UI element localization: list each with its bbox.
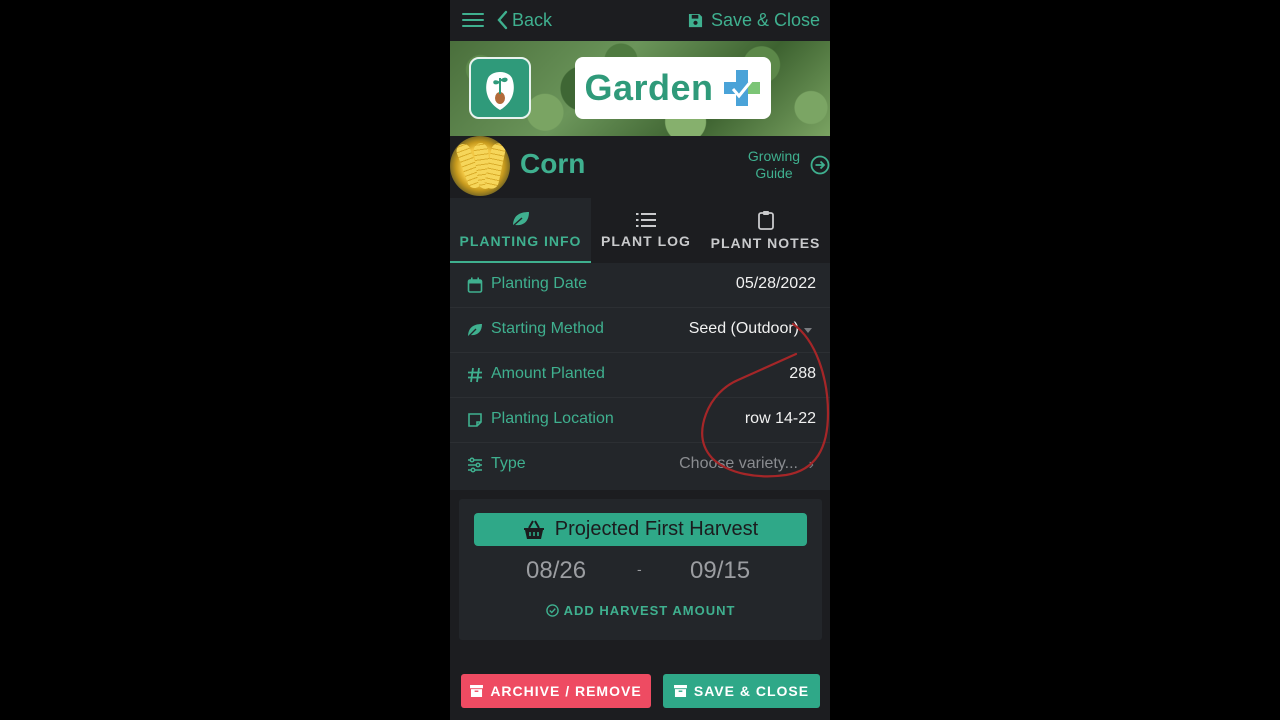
- planting-info-list: Planting Date 05/28/2022 Starting Method…: [450, 263, 830, 490]
- planting-date-row[interactable]: Planting Date 05/28/2022: [450, 263, 830, 308]
- garden-logo-word: Garden: [584, 67, 714, 108]
- archive-remove-button[interactable]: ARCHIVE / REMOVE: [461, 674, 651, 708]
- add-harvest-amount-button[interactable]: ADD HARVEST AMOUNT: [459, 603, 822, 618]
- back-label: Back: [512, 9, 553, 30]
- harvest-date-separator: -: [637, 561, 642, 577]
- sticky-note-icon: [468, 413, 482, 427]
- plant-avatar: [450, 136, 510, 196]
- harvest-start-date: 08/26: [526, 557, 587, 584]
- planting-location-value[interactable]: row 14-22: [745, 410, 816, 428]
- seedling-logo-icon: [486, 72, 514, 110]
- save-close-button[interactable]: SAVE & CLOSE: [663, 674, 820, 708]
- planting-location-row[interactable]: Planting Location row 14-22: [450, 398, 830, 443]
- app-logo: [469, 57, 531, 119]
- starting-method-row[interactable]: Starting Method Seed (Outdoor): [450, 308, 830, 353]
- check-circle-icon: [545, 604, 559, 617]
- harvest-date-range: 08/26 - 09/15: [459, 557, 822, 587]
- planting-date-value: 05/28/2022: [735, 275, 816, 292]
- hash-icon: [468, 367, 482, 383]
- tab-plant-notes-label: PLANT NOTES: [710, 235, 821, 251]
- type-label: Type: [491, 455, 526, 472]
- save-close-top-button[interactable]: Save & Close: [688, 9, 820, 31]
- list-icon: [636, 213, 656, 227]
- growing-guide-link[interactable]: Growing Guide: [744, 148, 830, 182]
- amount-planted-value[interactable]: 288: [789, 365, 816, 383]
- chevron-left-icon: [497, 10, 508, 30]
- plant-header: Corn Growing Guide: [450, 136, 830, 198]
- leaf-icon: [467, 324, 482, 338]
- garden-banner: Garden: [450, 41, 830, 136]
- starting-method-label: Starting Method: [491, 320, 604, 337]
- harvest-end-date: 09/15: [690, 557, 751, 584]
- hamburger-menu-icon[interactable]: [462, 13, 484, 29]
- planting-date-label: Planting Date: [491, 275, 588, 292]
- plant-name: Corn: [520, 148, 586, 179]
- calendar-icon: [467, 277, 483, 293]
- tab-plant-notes[interactable]: PLANT NOTES: [701, 198, 830, 263]
- amount-planted-label: Amount Planted: [491, 365, 605, 382]
- save-close-label: SAVE & CLOSE: [693, 683, 810, 699]
- archive-box-icon: [673, 685, 687, 697]
- back-button[interactable]: Back: [496, 9, 552, 31]
- basket-icon: [523, 520, 544, 539]
- app-screen: Back Save & Close Garden Corn Growing Gu…: [450, 0, 830, 720]
- medical-cross-icon: [723, 70, 760, 106]
- archive-box-icon: [470, 685, 484, 697]
- projected-harvest-card: Projected First Harvest 08/26 - 09/15 AD…: [459, 499, 822, 640]
- projected-harvest-header: Projected First Harvest: [474, 513, 807, 546]
- type-value[interactable]: Choose variety...: [679, 455, 798, 473]
- projected-harvest-title: Projected First Harvest: [554, 518, 759, 540]
- add-harvest-amount-label: ADD HARVEST AMOUNT: [563, 603, 736, 618]
- top-bar: Back Save & Close: [450, 0, 830, 41]
- clipboard-icon: [757, 211, 774, 230]
- archive-remove-label: ARCHIVE / REMOVE: [490, 683, 642, 699]
- tab-plant-log[interactable]: PLANT LOG: [591, 198, 701, 263]
- sliders-icon: [468, 457, 482, 473]
- tab-bar: PLANTING INFO PLANT LOG PLANT NOTES: [450, 198, 830, 263]
- chevron-right-icon: ›: [808, 456, 814, 473]
- amount-planted-row[interactable]: Amount Planted 288: [450, 353, 830, 398]
- garden-plus-logo: Garden: [575, 57, 771, 119]
- dropdown-caret-icon: [804, 328, 812, 333]
- growing-guide-label: Growing Guide: [747, 148, 801, 181]
- starting-method-select[interactable]: Seed (Outdoor): [689, 320, 799, 338]
- arrow-circle-right-icon: [810, 155, 830, 175]
- planting-location-label: Planting Location: [491, 410, 614, 427]
- leaf-icon: [512, 212, 529, 227]
- tab-planting-info-label: PLANTING INFO: [459, 233, 582, 249]
- type-row[interactable]: Type Choose variety... ›: [450, 443, 830, 488]
- floppy-disk-icon: [688, 13, 702, 27]
- save-close-label: Save & Close: [710, 9, 820, 30]
- tab-planting-info[interactable]: PLANTING INFO: [450, 198, 591, 263]
- tab-plant-log-label: PLANT LOG: [601, 233, 691, 249]
